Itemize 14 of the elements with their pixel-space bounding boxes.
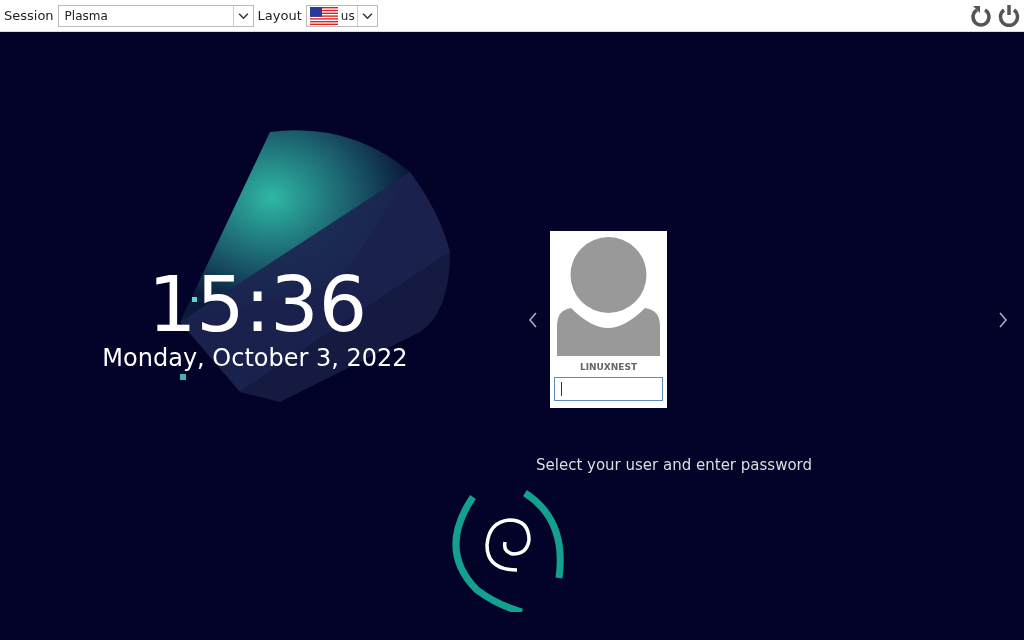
avatar-icon: [557, 236, 660, 356]
password-field[interactable]: [554, 377, 663, 401]
flag-icon: [309, 6, 338, 25]
reboot-icon[interactable]: [970, 3, 992, 28]
power-icon[interactable]: [998, 3, 1020, 28]
user-name: LINUXNEST: [579, 362, 638, 372]
session-label: Session: [4, 8, 54, 23]
chevron-left-icon[interactable]: [528, 311, 538, 328]
instruction-text: Select your user and enter password: [536, 456, 813, 474]
layout-label: Layout: [257, 8, 302, 23]
user-card[interactable]: LINUXNEST: [550, 231, 667, 408]
session-dropdown[interactable]: Plasma: [57, 4, 254, 27]
chevron-right-icon[interactable]: [998, 311, 1008, 328]
layout-dropdown[interactable]: us: [305, 4, 378, 27]
